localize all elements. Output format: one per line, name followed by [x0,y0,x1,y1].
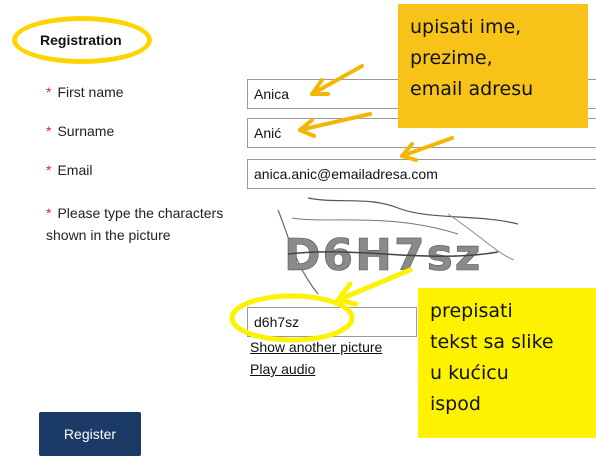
note-line: u kućicu [430,362,509,384]
note-line: email adresu [410,78,534,100]
captcha-input[interactable] [247,307,417,337]
register-button[interactable]: Register [39,412,141,456]
note-line: tekst sa slike [430,331,554,353]
required-marker: * [46,205,52,221]
note-line: prepisati [430,300,513,322]
first-name-label-row: * First name [46,84,124,100]
email-label-row: * Email [46,162,92,178]
first-name-label: First name [57,84,124,100]
email-field[interactable] [247,159,596,189]
captcha-label-line1: Please type the characters [57,205,224,221]
note-line: ispod [430,393,481,415]
surname-label-row: * Surname [46,123,114,139]
note-line: prezime, [410,47,493,69]
surname-label: Surname [57,123,115,139]
form-title: Registration [40,32,122,48]
bottom-annotation-note: prepisati tekst sa slike u kućicu ispod [418,288,596,438]
required-marker: * [46,84,52,100]
captcha-label-line2: shown in the picture [46,227,171,243]
note-line: upisati ime, [410,16,522,38]
required-marker: * [46,123,52,139]
captcha-label: * Please type the characters shown in the… [46,202,246,246]
show-another-picture-link[interactable]: Show another picture [250,339,382,355]
email-label: Email [57,162,93,178]
play-audio-link[interactable]: Play audio [250,361,315,377]
required-marker: * [46,162,52,178]
top-annotation-note: upisati ime, prezime, email adresu [398,4,588,128]
